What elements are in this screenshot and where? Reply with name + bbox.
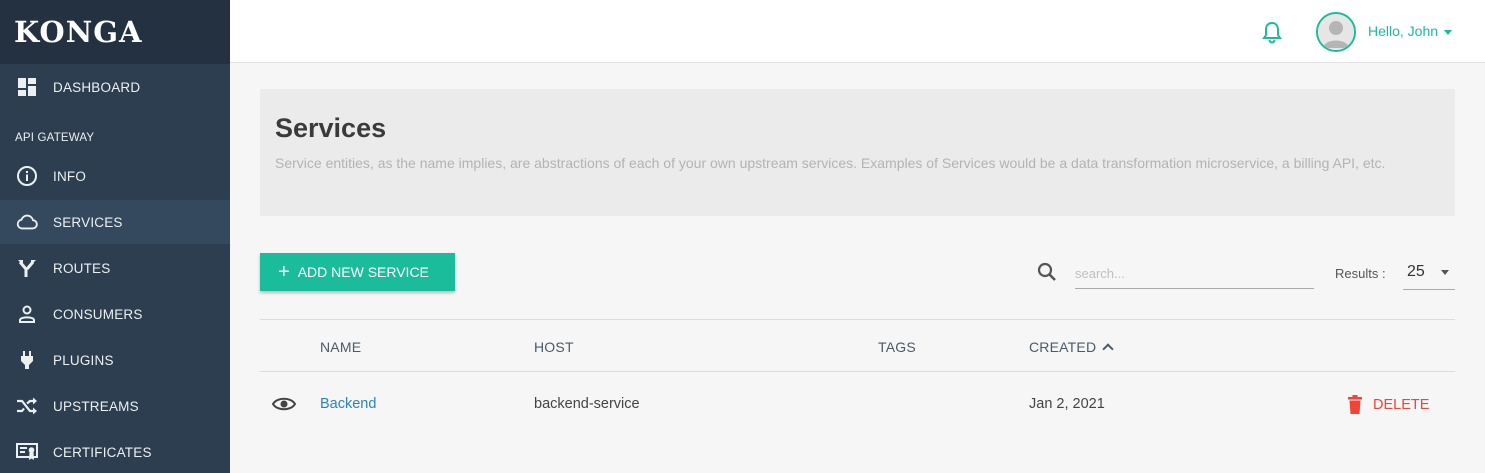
sidebar-item-label: INFO (53, 168, 87, 184)
delete-button[interactable]: DELETE (1347, 395, 1429, 415)
eye-icon[interactable] (271, 394, 297, 414)
brand-name: KONGA (14, 15, 143, 49)
sidebar-item-label: SERVICES (53, 214, 123, 230)
dashboard-icon (16, 76, 38, 98)
shuffle-icon (16, 395, 38, 417)
page-description: Service entities, as the name implies, a… (275, 155, 1386, 171)
routes-icon (16, 257, 38, 279)
service-name-link[interactable]: Backend (320, 396, 376, 412)
column-header-tags[interactable]: TAGS (878, 339, 916, 355)
sidebar-item-info[interactable]: INFO (0, 154, 230, 198)
column-header-created-label: CREATED (1029, 339, 1097, 355)
search-icon (1036, 261, 1058, 283)
caret-down-icon (1441, 270, 1449, 275)
info-icon (16, 165, 38, 187)
page-title: Services (275, 113, 387, 143)
sidebar-item-label: ROUTES (53, 260, 111, 276)
sidebar-item-label: UPSTREAMS (53, 398, 139, 414)
sidebar-item-consumers[interactable]: CONSUMERS (0, 292, 230, 336)
plus-icon: + (278, 261, 290, 283)
add-button-label: ADD NEW SERVICE (297, 264, 429, 280)
service-host: backend-service (534, 396, 640, 412)
table-divider (260, 319, 1455, 320)
user-greeting: Hello, John (1368, 23, 1439, 39)
column-header-created[interactable]: CREATED (1029, 339, 1114, 355)
avatar[interactable] (1316, 12, 1356, 52)
sidebar-item-routes[interactable]: ROUTES (0, 246, 230, 290)
trash-icon (1348, 395, 1362, 414)
sidebar-item-label: CONSUMERS (53, 306, 143, 322)
sidebar-item-plugins[interactable]: PLUGINS (0, 338, 230, 382)
results-value: 25 (1407, 263, 1425, 280)
sidebar: KONGA DASHBOARD API GATEWAY INFO SERVICE… (0, 0, 230, 473)
delete-label: DELETE (1373, 397, 1430, 413)
caret-down-icon (1444, 29, 1453, 35)
person-icon (16, 303, 38, 325)
sort-ascending-icon (1102, 343, 1114, 355)
user-menu[interactable]: Hello, John (1368, 23, 1453, 39)
sidebar-item-dashboard[interactable]: DASHBOARD (0, 65, 230, 109)
search-input[interactable] (1075, 259, 1314, 289)
sidebar-item-upstreams[interactable]: UPSTREAMS (0, 384, 230, 428)
top-bar: Hello, John (230, 0, 1485, 63)
sidebar-item-label: CERTIFICATES (53, 444, 152, 460)
bell-icon[interactable] (1261, 20, 1283, 44)
sidebar-item-certificates[interactable]: CERTIFICATES (0, 430, 230, 473)
brand-logo[interactable]: KONGA (0, 0, 230, 64)
section-label: API GATEWAY (15, 132, 95, 144)
certificate-icon (16, 441, 38, 463)
sidebar-item-label: DASHBOARD (53, 79, 141, 95)
results-label: Results : (1335, 266, 1386, 281)
table-divider (260, 371, 1455, 372)
add-new-service-button[interactable]: + ADD NEW SERVICE (260, 253, 455, 291)
column-header-name[interactable]: NAME (320, 339, 361, 355)
service-created: Jan 2, 2021 (1029, 396, 1105, 412)
sidebar-item-label: PLUGINS (53, 352, 114, 368)
column-header-host[interactable]: HOST (534, 339, 574, 355)
results-per-page-select[interactable]: 25 (1403, 260, 1455, 290)
plug-icon (16, 349, 38, 371)
sidebar-item-services[interactable]: SERVICES (0, 200, 230, 244)
cloud-icon (16, 211, 38, 233)
page-header: Services Service entities, as the name i… (260, 89, 1455, 216)
